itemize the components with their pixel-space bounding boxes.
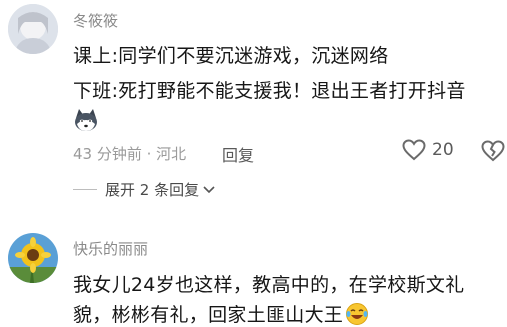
reply-button[interactable]: 回复: [222, 142, 254, 166]
like-count: 20: [432, 140, 454, 160]
comment-text-row: 貌，彬彬有礼，回家土匪山大王: [73, 300, 369, 327]
laughing-tears-emoji: [346, 302, 369, 325]
timestamp-location: 43 分钟前 · 河北: [73, 145, 187, 163]
comment-text-line: 貌，彬彬有礼，回家土匪山大王: [73, 304, 344, 326]
chevron-down-icon: [203, 185, 215, 193]
broken-heart-icon[interactable]: [481, 140, 505, 162]
username[interactable]: 冬筱筱: [73, 10, 118, 31]
comment-text-line: 我女儿24岁也这样，教高中的，在学校斯文礼: [73, 274, 465, 296]
avatar[interactable]: [8, 233, 58, 283]
heart-outline-icon: [402, 139, 426, 161]
username[interactable]: 快乐的丽丽: [73, 238, 148, 259]
divider: [73, 189, 97, 190]
like-button[interactable]: 20: [402, 139, 454, 161]
expand-replies-label: 展开 2 条回复: [105, 181, 200, 199]
husky-face-emoji: [73, 108, 99, 132]
expand-replies-button[interactable]: 展开 2 条回复: [73, 179, 215, 200]
avatar[interactable]: [8, 4, 58, 54]
comment-text-line: 课上:同学们不要沉迷游戏，沉迷网络: [73, 45, 389, 67]
comment-text-line: 下班:死打野能不能支援我！退出王者打开抖音: [73, 80, 466, 102]
